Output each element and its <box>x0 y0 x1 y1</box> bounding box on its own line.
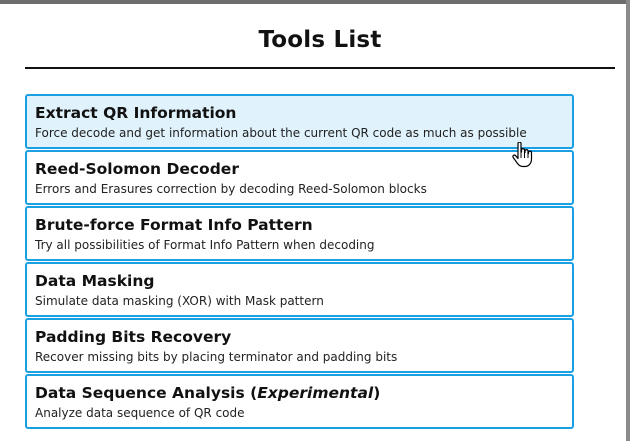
tool-description: Analyze data sequence of QR code <box>35 406 245 420</box>
tool-name: Reed-Solomon Decoder <box>35 160 239 178</box>
tool-item-padding-bits-recovery[interactable]: Padding Bits Recovery Recover missing bi… <box>25 318 574 373</box>
tool-description: Force decode and get information about t… <box>35 126 527 140</box>
tool-item-brute-force-format-info[interactable]: Brute-force Format Info Pattern Try all … <box>25 206 574 261</box>
page-title: Tools List <box>258 27 382 53</box>
tool-description: Simulate data masking (XOR) with Mask pa… <box>35 294 324 308</box>
tool-item-reed-solomon-decoder[interactable]: Reed-Solomon Decoder Errors and Erasures… <box>25 150 574 205</box>
hand-pointer-icon <box>512 142 533 168</box>
tool-name: Brute-force Format Info Pattern <box>35 216 313 234</box>
tool-name: Padding Bits Recovery <box>35 328 232 346</box>
tool-description: Errors and Erasures correction by decodi… <box>35 182 427 196</box>
tool-name: Data Sequence Analysis (Experimental) <box>35 384 381 402</box>
experimental-label: Experimental <box>257 384 374 402</box>
tool-description: Recover missing bits by placing terminat… <box>35 350 398 364</box>
tools-list: Extract QR Information Force decode and … <box>25 94 574 430</box>
tool-item-data-masking[interactable]: Data Masking Simulate data masking (XOR)… <box>25 262 574 317</box>
title-divider <box>25 67 615 69</box>
window-scrollbar-edge <box>626 0 630 441</box>
tool-item-extract-qr-information[interactable]: Extract QR Information Force decode and … <box>25 94 574 149</box>
tool-description: Try all possibilities of Format Info Pat… <box>35 238 375 252</box>
tool-item-data-sequence-analysis[interactable]: Data Sequence Analysis (Experimental) An… <box>25 374 574 429</box>
tool-name: Data Masking <box>35 272 155 290</box>
window-top-edge <box>0 0 630 4</box>
tool-name: Extract QR Information <box>35 104 237 122</box>
